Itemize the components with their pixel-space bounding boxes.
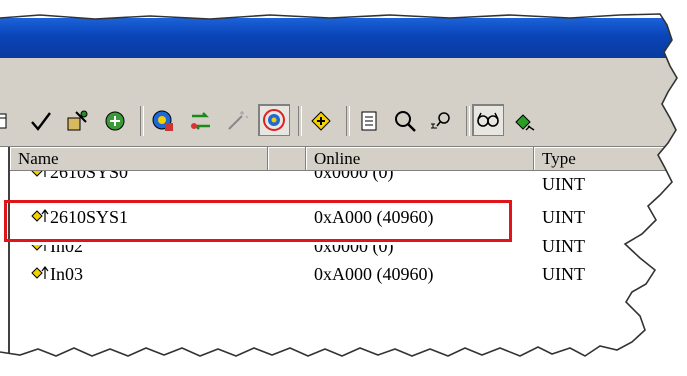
check-icon[interactable] [26,106,56,136]
properties-icon[interactable] [354,106,384,136]
menu-bar[interactable] [0,58,687,95]
variable-type: UINT [542,174,585,194]
table-row[interactable]: In03 0xA000 (40960) UINT [10,259,687,289]
variable-icon [30,171,50,185]
table-row[interactable]: In02 0x0000 (0) [10,245,687,259]
variable-name: 2610SYS0 [50,171,129,182]
window-fragment-icon[interactable] [0,106,16,136]
build-icon[interactable] [62,106,92,136]
variable-type: UINT [542,236,585,256]
toolbar-separator [140,106,144,136]
green-diamond-icon[interactable] [510,106,540,136]
toolbar-separator [466,106,470,136]
variable-online-value: 0x0000 (0) [314,245,394,256]
add-variable-icon[interactable] [306,106,336,136]
column-header-online[interactable]: Online [306,147,534,171]
variable-type: UINT [542,264,585,284]
search-icon[interactable] [390,106,420,136]
variable-type: UINT [542,207,585,227]
variable-name: In03 [50,264,83,284]
window-title-bar[interactable] [0,18,687,58]
variable-icon [30,245,50,259]
magic-wand-icon[interactable] [222,106,252,136]
column-header-name[interactable]: Name [10,147,268,171]
toolbar [0,94,687,147]
toolbar-separator [298,106,302,136]
variable-online-value: 0xA000 (40960) [314,264,434,284]
settings-online-icon[interactable] [148,106,178,136]
online-sync-icon[interactable] [100,106,130,136]
watch-target-icon[interactable] [258,104,290,136]
highlight-box [4,200,512,242]
find-in-tree-icon[interactable] [426,106,456,136]
variable-name: In02 [50,245,83,256]
column-header-spacer[interactable] [268,147,306,171]
exchange-icon[interactable] [186,106,216,136]
variable-table: Name Online Type 2610SYS0 0x0000 (0) UIN… [8,147,687,376]
variable-online-value: 0x0000 (0) [314,171,394,182]
table-row[interactable]: 2610SYS0 0x0000 (0) [10,171,687,185]
column-header-type[interactable]: Type [534,147,687,171]
watch-glasses-icon[interactable] [472,104,504,136]
screenshot-crop: Name Online Type 2610SYS0 0x0000 (0) UIN… [0,0,687,376]
variable-icon [30,261,50,291]
toolbar-separator [346,106,350,136]
